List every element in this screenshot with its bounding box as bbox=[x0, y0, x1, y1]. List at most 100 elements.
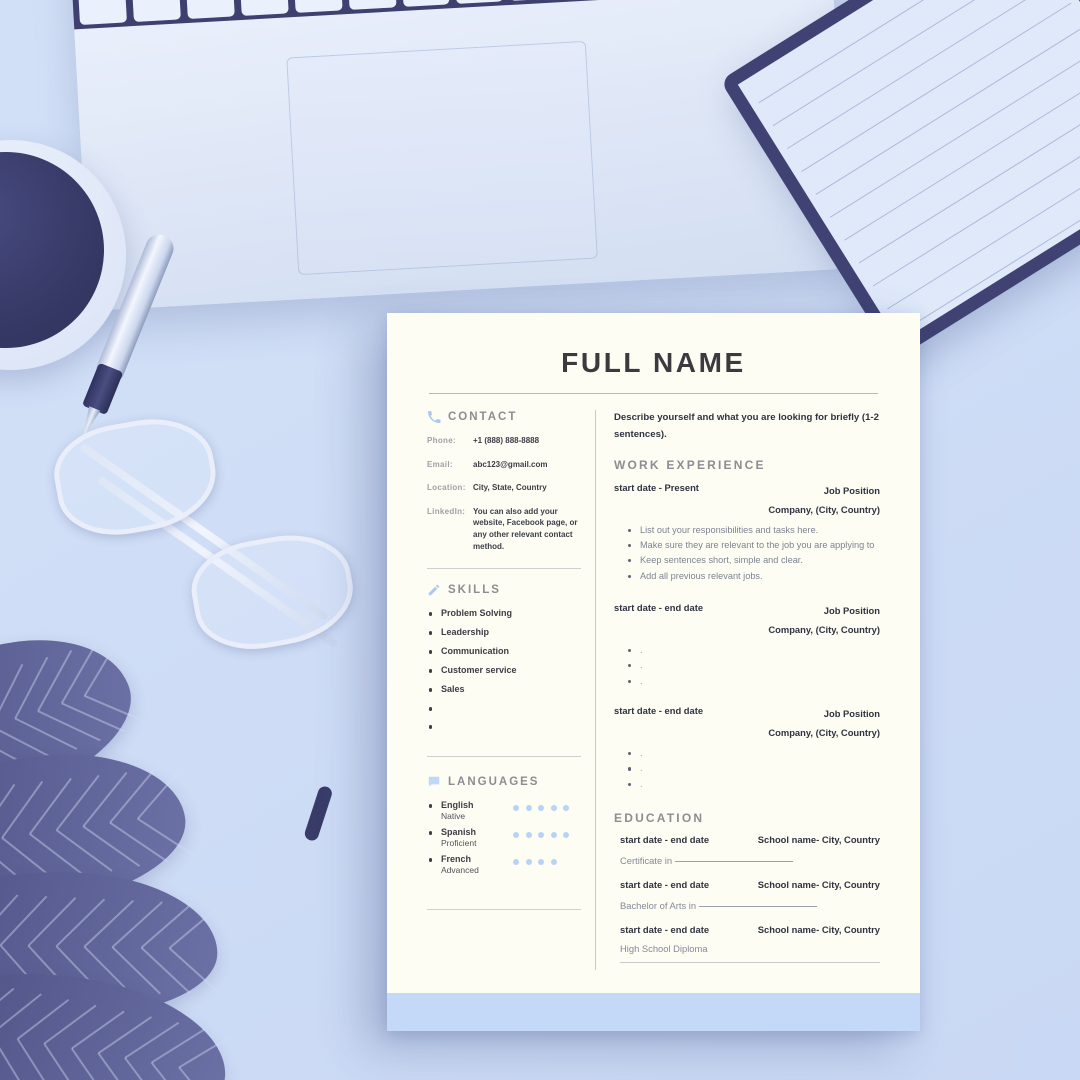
job-position: Job Position bbox=[823, 604, 880, 616]
contact-heading: CONTACT bbox=[448, 411, 518, 423]
notebook-rule bbox=[801, 2, 1072, 172]
leaf-vein bbox=[140, 946, 191, 993]
leaf-vein bbox=[14, 717, 78, 750]
contact-row: Phone: +1 (888) 888-8888 bbox=[427, 435, 581, 447]
list-item: . bbox=[628, 747, 880, 760]
rating-dot bbox=[550, 859, 557, 866]
rating-dot bbox=[525, 832, 532, 839]
contact-value: +1 (888) 888-8888 bbox=[473, 436, 540, 445]
leaf-vein bbox=[178, 1066, 221, 1080]
notebook-rule bbox=[815, 25, 1080, 195]
language-level: Advanced bbox=[441, 865, 479, 876]
job-company: Company, (City, Country) bbox=[768, 623, 880, 635]
laptop-trackpad bbox=[286, 40, 598, 276]
languages-heading: LANGUAGES bbox=[448, 776, 540, 789]
footer-band bbox=[387, 993, 920, 1031]
notebook-rule bbox=[844, 71, 1080, 241]
education-degree-label: Bachelor of Arts in bbox=[620, 900, 697, 911]
list-item: List out your responsibilities and tasks… bbox=[628, 524, 880, 537]
rating-dot bbox=[538, 805, 544, 812]
education-school: School name- City, Country bbox=[757, 834, 880, 845]
rating-dot bbox=[513, 859, 519, 866]
rating-dot bbox=[550, 805, 557, 812]
contact-label: Email: bbox=[427, 459, 453, 469]
languages-section-header: LANGUAGES bbox=[427, 775, 581, 789]
list-item: French Advanced bbox=[427, 854, 581, 875]
education-degree: High School Diploma bbox=[620, 943, 880, 954]
leaf-vein bbox=[28, 833, 85, 877]
education-bottom-divider bbox=[620, 962, 880, 963]
education-heading: EDUCATION bbox=[614, 811, 705, 825]
leaf-vein bbox=[1, 780, 44, 838]
list-item: Communication bbox=[427, 646, 581, 656]
rating-dot bbox=[513, 805, 519, 812]
keyboard-key bbox=[185, 0, 235, 19]
keyboard-key bbox=[239, 0, 289, 16]
sidebar-divider bbox=[427, 756, 581, 758]
laptop bbox=[67, 0, 849, 311]
monstera-leaf bbox=[0, 609, 353, 1080]
leaf-vein bbox=[60, 642, 97, 704]
education-degree: Bachelor of Arts in bbox=[620, 898, 880, 911]
keyboard-key bbox=[293, 0, 343, 13]
language-name: English bbox=[427, 800, 513, 810]
leaf-vein bbox=[0, 993, 42, 1035]
rating-dot bbox=[525, 805, 532, 812]
notebook-rule bbox=[887, 139, 1080, 310]
contact-label: Location: bbox=[427, 483, 466, 493]
work-experience-entry: start date - Present Job Position Compan… bbox=[614, 481, 880, 583]
contact-value: City, State, Country bbox=[473, 483, 547, 493]
contact-row: LinkedIn: You can also add your website,… bbox=[427, 506, 581, 552]
sidebar-divider bbox=[427, 568, 581, 570]
leaf-vein bbox=[0, 663, 24, 727]
language-rating bbox=[513, 800, 569, 812]
education-entry: start date - end date School name- City,… bbox=[614, 879, 880, 911]
leaf-vein bbox=[0, 895, 47, 945]
list-item: . bbox=[628, 644, 880, 657]
contact-value: abc123@gmail.com bbox=[473, 459, 548, 469]
language-level: Proficient bbox=[441, 838, 477, 849]
phone-icon bbox=[427, 410, 441, 424]
leaf-vein bbox=[136, 765, 184, 819]
leaf-vein bbox=[55, 898, 105, 946]
contact-rows: Phone: +1 (888) 888-8888 Email: abc123@g… bbox=[427, 435, 581, 552]
language-level: Native bbox=[441, 811, 466, 822]
leaf-vein bbox=[84, 899, 134, 947]
leaf-vein bbox=[110, 821, 168, 862]
job-position: Job Position bbox=[823, 484, 880, 496]
education-dates: start date - end date bbox=[620, 879, 710, 890]
leaf-vein bbox=[168, 903, 221, 948]
education-school: School name- City, Country bbox=[757, 924, 880, 935]
contact-row: Location: City, State, Country bbox=[427, 482, 581, 494]
list-item: . bbox=[628, 778, 880, 791]
leaf-vein bbox=[28, 777, 72, 835]
leaf-vein bbox=[109, 768, 156, 823]
main-column: Describe yourself and what you are looki… bbox=[596, 410, 880, 970]
list-item: . bbox=[628, 659, 880, 672]
keyboard-key bbox=[401, 0, 450, 7]
language-rating bbox=[513, 854, 557, 866]
sidebar-column: CONTACT Phone: +1 (888) 888-8888 Email: … bbox=[427, 410, 595, 970]
leaf-vein bbox=[37, 649, 73, 712]
job-bullets: . . . bbox=[628, 747, 880, 791]
leaf-vein bbox=[0, 783, 15, 842]
summary-text: Describe yourself and what you are looki… bbox=[614, 412, 879, 440]
list-item: English Native bbox=[427, 800, 581, 821]
list-item: Keep sentences short, simple and clear. bbox=[628, 554, 880, 567]
leaf-vein bbox=[124, 1057, 165, 1080]
contact-value: You can also add your website, Facebook … bbox=[473, 506, 578, 551]
fill-in-blank bbox=[675, 853, 794, 862]
page-title: FULL NAME bbox=[561, 347, 746, 378]
education-dates: start date - end date bbox=[620, 924, 710, 935]
contact-row: Email: abc123@gmail.com bbox=[427, 459, 581, 471]
education-entry: start date - end date School name- City,… bbox=[614, 924, 880, 963]
leaf-vein bbox=[70, 1047, 109, 1080]
leaf-vein bbox=[137, 817, 196, 857]
education-degree: Certificate in bbox=[620, 853, 880, 866]
keyboard-key bbox=[78, 0, 127, 26]
job-company: Company, (City, Country) bbox=[768, 726, 880, 738]
rating-dot bbox=[550, 832, 557, 839]
skills-section-header: SKILLS bbox=[427, 583, 581, 597]
language-rating bbox=[513, 827, 569, 839]
rating-dot bbox=[538, 832, 544, 839]
